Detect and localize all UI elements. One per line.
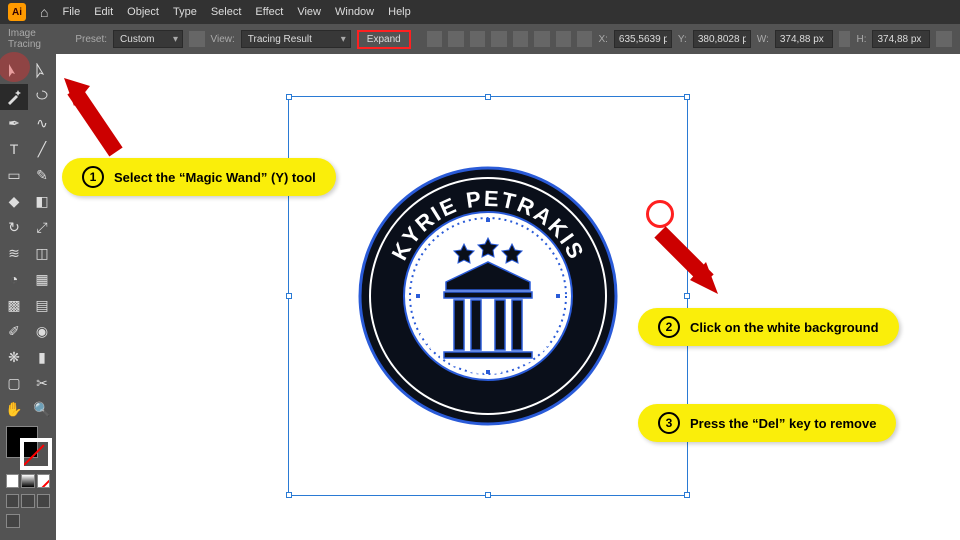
none-mode-icon[interactable]	[37, 474, 50, 488]
magic-wand-tool[interactable]	[0, 84, 28, 110]
align-icon-6[interactable]	[534, 31, 549, 47]
align-icon-5[interactable]	[513, 31, 528, 47]
blend-tool[interactable]: ◉	[28, 318, 56, 344]
align-icon-2[interactable]	[448, 31, 463, 47]
tracing-panel-icon[interactable]	[189, 31, 204, 47]
mesh-tool[interactable]: ▩	[0, 292, 28, 318]
shaper-tool[interactable]: ◆	[0, 188, 28, 214]
menu-help[interactable]: Help	[388, 6, 411, 18]
logo-artwork[interactable]: KYRIE PETRAKIS ATTORNEY LAW	[356, 164, 620, 428]
zoom-tool[interactable]: 🔍	[28, 396, 56, 422]
color-swatches[interactable]	[0, 422, 56, 532]
graph-tool[interactable]: ▮	[28, 344, 56, 370]
menu-file[interactable]: File	[62, 6, 80, 18]
expand-button[interactable]: Expand	[357, 30, 411, 49]
free-transform-tool[interactable]: ◫	[28, 240, 56, 266]
x-label: X:	[598, 34, 607, 45]
screen-mode-icon[interactable]	[6, 514, 20, 528]
shape-builder-tool[interactable]: ◔	[0, 266, 28, 292]
y-field[interactable]	[693, 30, 751, 48]
view-label: View:	[211, 34, 235, 45]
callout-2-text: Click on the white background	[690, 320, 879, 335]
draw-inside-icon[interactable]	[37, 494, 50, 508]
menu-object[interactable]: Object	[127, 6, 159, 18]
x-field[interactable]	[614, 30, 672, 48]
gradient-tool[interactable]: ▤	[28, 292, 56, 318]
preset-select[interactable]: Custom	[113, 30, 183, 48]
h-field[interactable]	[872, 30, 930, 48]
view-select[interactable]: Tracing Result	[241, 30, 351, 48]
callout-2: 2 Click on the white background	[638, 308, 899, 346]
tools-panel: ✒ ∿ T ╱ ▭ ✎ ◆ ◧ ↻ ⤢ ≋ ◫ ◔ ▦ ▩ ▤ ✐ ◉ ❋ ▮ …	[0, 54, 56, 540]
pen-tool[interactable]: ✒	[0, 110, 28, 136]
artboard-tool[interactable]: ▢	[0, 370, 28, 396]
menu-select[interactable]: Select	[211, 6, 242, 18]
w-label: W:	[757, 34, 769, 45]
arrow-to-background	[652, 224, 732, 304]
home-icon[interactable]: ⌂	[40, 4, 48, 20]
direct-selection-tool[interactable]	[28, 58, 56, 84]
preset-label: Preset:	[75, 34, 107, 45]
y-label: Y:	[678, 34, 687, 45]
scale-tool[interactable]: ⤢	[28, 214, 56, 240]
menu-edit[interactable]: Edit	[94, 6, 113, 18]
callout-2-number: 2	[658, 316, 680, 338]
menu-type[interactable]: Type	[173, 6, 197, 18]
callout-1-text: Select the “Magic Wand” (Y) tool	[114, 170, 316, 185]
canvas[interactable]: KYRIE PETRAKIS ATTORNEY LAW	[56, 54, 960, 540]
panel-label: Image Tracing	[8, 28, 69, 50]
arrow-to-magic-wand	[56, 72, 126, 162]
callout-3: 3 Press the “Del” key to remove	[638, 404, 896, 442]
curvature-tool[interactable]: ∿	[28, 110, 56, 136]
draw-behind-icon[interactable]	[21, 494, 34, 508]
stroke-swatch[interactable]	[20, 438, 52, 470]
align-icon-3[interactable]	[470, 31, 485, 47]
align-icon-1[interactable]	[427, 31, 442, 47]
type-tool[interactable]: T	[0, 136, 28, 162]
rectangle-tool[interactable]: ▭	[0, 162, 28, 188]
rotate-tool[interactable]: ↻	[0, 214, 28, 240]
line-tool[interactable]: ╱	[28, 136, 56, 162]
callout-1-number: 1	[82, 166, 104, 188]
align-icon-4[interactable]	[491, 31, 506, 47]
control-bar: Image Tracing Preset: Custom View: Traci…	[0, 24, 960, 54]
hand-tool[interactable]: ✋	[0, 396, 28, 422]
transform-icon[interactable]	[577, 31, 592, 47]
width-tool[interactable]: ≋	[0, 240, 28, 266]
paintbrush-tool[interactable]: ✎	[28, 162, 56, 188]
h-label: H:	[856, 34, 866, 45]
w-field[interactable]	[775, 30, 833, 48]
link-wh-icon[interactable]	[839, 31, 851, 47]
slice-tool[interactable]: ✂	[28, 370, 56, 396]
menu-view[interactable]: View	[297, 6, 321, 18]
properties-icon[interactable]	[936, 31, 951, 47]
callout-3-number: 3	[658, 412, 680, 434]
color-mode-icon[interactable]	[6, 474, 19, 488]
eyedropper-tool[interactable]: ✐	[0, 318, 28, 344]
perspective-tool[interactable]: ▦	[28, 266, 56, 292]
callout-1: 1 Select the “Magic Wand” (Y) tool	[62, 158, 336, 196]
align-icon-7[interactable]	[556, 31, 571, 47]
draw-normal-icon[interactable]	[6, 494, 19, 508]
menu-effect[interactable]: Effect	[255, 6, 283, 18]
callout-3-text: Press the “Del” key to remove	[690, 416, 876, 431]
lasso-tool[interactable]	[28, 84, 56, 110]
app-logo: Ai	[8, 3, 26, 21]
symbol-tool[interactable]: ❋	[0, 344, 28, 370]
menu-bar: Ai ⌂ File Edit Object Type Select Effect…	[0, 0, 960, 24]
menu-window[interactable]: Window	[335, 6, 374, 18]
eraser-tool[interactable]: ◧	[28, 188, 56, 214]
gradient-mode-icon[interactable]	[21, 474, 34, 488]
